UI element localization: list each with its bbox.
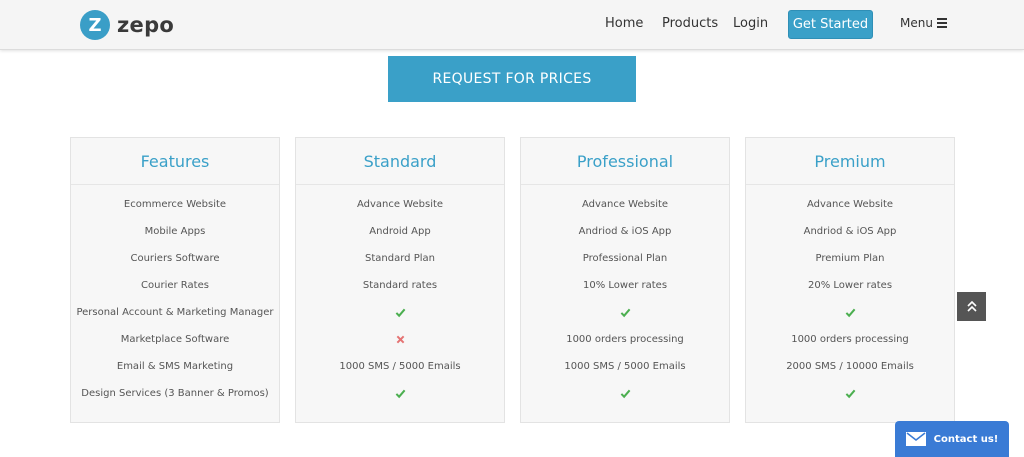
nav-link-products[interactable]: Products xyxy=(662,16,718,31)
plan-rows: Advance Website Andriod & iOS App Premium … xyxy=(746,185,954,407)
plan-card-professional: Professional Advance Website Andriod & iO… xyxy=(520,137,730,423)
plan-row-text: Professional Plan xyxy=(582,253,668,264)
plan-title: Features xyxy=(71,138,279,185)
plan-row-text: Andriod & iOS App xyxy=(578,226,672,237)
plan-title: Standard xyxy=(296,138,504,185)
plan-row-text: Standard Plan xyxy=(365,253,435,264)
plan-row-text: 1000 orders processing xyxy=(566,334,684,345)
plan-rows: Ecommerce Website Mobile Apps Couriers Sof… xyxy=(71,185,279,407)
plan-row: Android App xyxy=(296,218,504,245)
plan-row: Mobile Apps xyxy=(71,218,279,245)
plan-rows: Advance Website Android App Standard Plan S… xyxy=(296,185,504,407)
plan-row-text: Advance Website xyxy=(581,199,669,210)
contact-us-widget[interactable]: Contact us! xyxy=(895,421,1009,457)
plan-row-text: 1000 SMS / 5000 Emails xyxy=(564,361,686,372)
plan-row: 1000 SMS / 5000 Emails xyxy=(296,353,504,380)
plan-row: 1000 SMS / 5000 Emails xyxy=(521,353,729,380)
plan-row-text: Advance Website xyxy=(806,199,894,210)
plan-row-text: Andriod & iOS App xyxy=(803,226,897,237)
plan-row-text: Android App xyxy=(369,226,431,237)
plan-row: Professional Plan xyxy=(521,245,729,272)
nav-link-login[interactable]: Login xyxy=(733,16,768,31)
check-icon xyxy=(845,308,855,318)
get-started-button[interactable]: Get Started xyxy=(788,10,873,39)
plan-row-text: Advance Website xyxy=(356,199,444,210)
plan-row: Email & SMS Marketing xyxy=(71,353,279,380)
plan-row: Andriod & iOS App xyxy=(746,218,954,245)
logo-mark-icon: Z xyxy=(80,10,110,40)
plan-card-standard: Standard Advance Website Android App Stand… xyxy=(295,137,505,423)
plan-row xyxy=(521,380,729,407)
plan-row: Andriod & iOS App xyxy=(521,218,729,245)
plan-row xyxy=(296,299,504,326)
plan-row-text: Premium Plan xyxy=(815,253,885,264)
plan-row-text: 2000 SMS / 10000 Emails xyxy=(786,361,914,372)
plan-row xyxy=(521,299,729,326)
plan-row: 1000 orders processing xyxy=(746,326,954,353)
brand-name: zepo xyxy=(117,13,175,37)
plan-row: 10% Lower rates xyxy=(521,272,729,299)
check-icon xyxy=(395,389,405,399)
plan-card-features: Features Ecommerce Website Mobile Apps Cou… xyxy=(70,137,280,423)
plan-row: Courier Rates xyxy=(71,272,279,299)
plan-row xyxy=(746,299,954,326)
check-icon xyxy=(395,308,405,318)
plan-row: Standard Plan xyxy=(296,245,504,272)
plan-row: Premium Plan xyxy=(746,245,954,272)
plan-card-premium: Premium Advance Website Andriod & iOS App… xyxy=(745,137,955,423)
plan-row: 2000 SMS / 10000 Emails xyxy=(746,353,954,380)
plan-row-text: 1000 orders processing xyxy=(791,334,909,345)
plan-title: Professional xyxy=(521,138,729,185)
plan-row-text: Marketplace Software xyxy=(120,334,230,345)
check-icon xyxy=(620,389,630,399)
plan-row-text: 1000 SMS / 5000 Emails xyxy=(339,361,461,372)
plan-row-text: 20% Lower rates xyxy=(807,280,893,291)
request-for-prices-button[interactable]: REQUEST FOR PRICES xyxy=(388,56,636,102)
plan-row-text: Mobile Apps xyxy=(144,226,206,237)
nav-link-home[interactable]: Home xyxy=(605,16,643,31)
plan-row: Design Services (3 Banner & Promos) xyxy=(71,380,279,407)
plan-row-text: Personal Account & Marketing Manager xyxy=(76,307,274,318)
plan-row: 20% Lower rates xyxy=(746,272,954,299)
top-navbar: Z zepo Home Products Login Get Started M… xyxy=(0,0,1024,50)
menu-toggle[interactable]: Menu xyxy=(900,16,947,30)
check-icon xyxy=(620,308,630,318)
brand-logo[interactable]: Z zepo xyxy=(80,9,174,41)
plan-row: Couriers Software xyxy=(71,245,279,272)
hamburger-icon xyxy=(936,18,947,28)
plan-row: Marketplace Software xyxy=(71,326,279,353)
plan-row: Advance Website xyxy=(521,191,729,218)
plan-row-text: Design Services (3 Banner & Promos) xyxy=(81,388,269,399)
plan-row-text: Email & SMS Marketing xyxy=(116,361,234,372)
plan-rows: Advance Website Andriod & iOS App Professi… xyxy=(521,185,729,407)
check-icon xyxy=(845,389,855,399)
scroll-to-top-button[interactable] xyxy=(957,292,986,321)
double-chevron-up-icon xyxy=(966,301,977,312)
plan-title: Premium xyxy=(746,138,954,185)
cross-icon xyxy=(396,335,404,344)
plan-row xyxy=(296,326,504,353)
plan-row: 1000 orders processing xyxy=(521,326,729,353)
plan-row xyxy=(296,380,504,407)
plan-row-text: 10% Lower rates xyxy=(582,280,668,291)
plan-row: Ecommerce Website xyxy=(71,191,279,218)
envelope-icon xyxy=(905,432,926,446)
menu-label: Menu xyxy=(900,16,933,30)
plan-row xyxy=(746,380,954,407)
contact-us-label: Contact us! xyxy=(933,433,999,445)
plan-row-text: Couriers Software xyxy=(130,253,220,264)
plan-row: Advance Website xyxy=(746,191,954,218)
plan-row: Advance Website xyxy=(296,191,504,218)
plan-row-text: Ecommerce Website xyxy=(123,199,227,210)
plan-row-text: Courier Rates xyxy=(141,280,209,291)
plan-row: Personal Account & Marketing Manager xyxy=(71,299,279,326)
plan-row: Standard rates xyxy=(296,272,504,299)
plan-row-text: Standard rates xyxy=(362,280,438,291)
